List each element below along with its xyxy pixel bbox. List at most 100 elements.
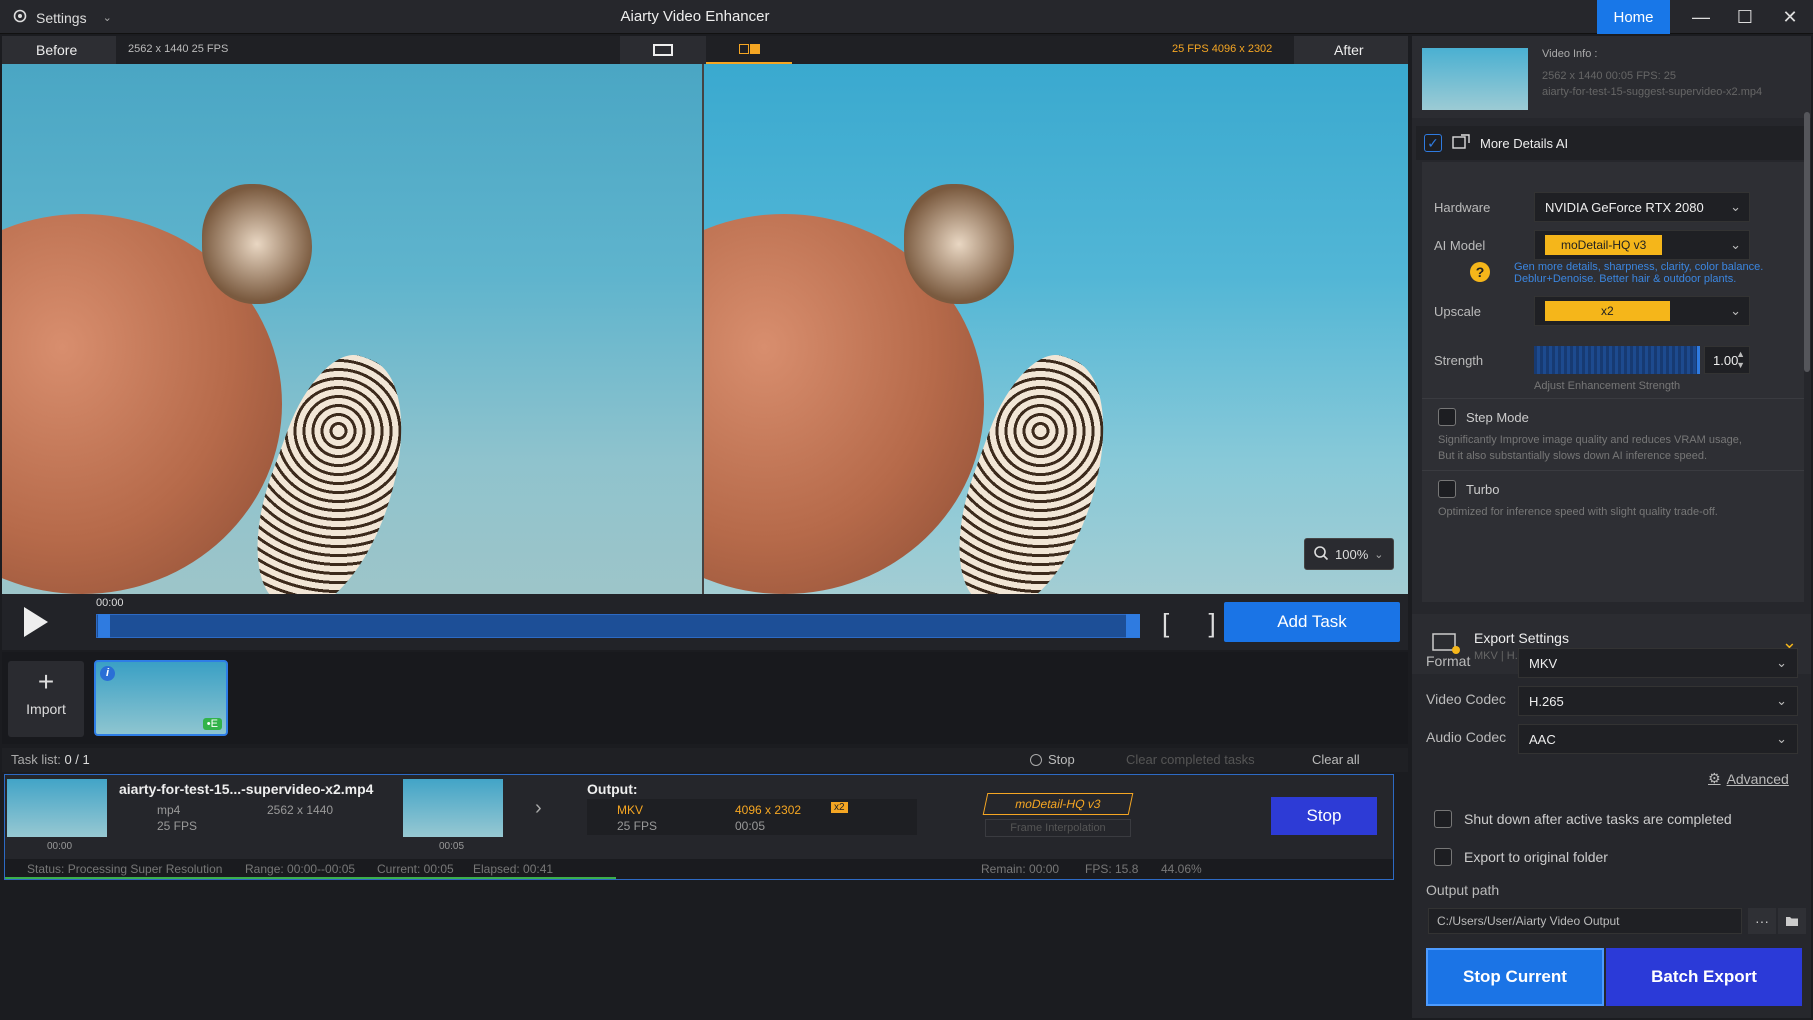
minimize-button[interactable]: — — [1678, 0, 1724, 34]
advanced-link[interactable]: ⚙ Advanced — [1708, 770, 1789, 787]
info-icon[interactable]: i — [100, 666, 115, 681]
clear-all-button[interactable]: Clear all — [1312, 752, 1360, 767]
model-tag: moDetail-HQ v3 — [982, 793, 1134, 815]
shutdown-option[interactable]: Shut down after active tasks are complet… — [1434, 810, 1732, 828]
preview-header: Before 2562 x 1440 25 FPS 25 FPS 4096 x … — [2, 36, 1408, 64]
turbo-checkbox[interactable] — [1438, 480, 1456, 498]
play-icon[interactable] — [24, 607, 48, 637]
range-start-handle[interactable] — [98, 614, 110, 638]
clear-completed-button[interactable]: Clear completed tasks — [1126, 752, 1255, 767]
divider — [1422, 470, 1804, 471]
output-path-label: Output path — [1426, 882, 1500, 898]
strength-hint: Adjust Enhancement Strength — [1534, 380, 1681, 392]
ai-model-label: AI Model — [1434, 238, 1486, 253]
folder-icon[interactable] — [1778, 908, 1806, 934]
video-codec-label: Video Codec — [1426, 691, 1506, 707]
import-label: Import — [26, 701, 66, 717]
strength-label: Strength — [1434, 353, 1484, 368]
strength-slider[interactable] — [1534, 346, 1700, 374]
status-elapsed: Elapsed: 00:41 — [473, 862, 554, 876]
stop-all-label: Stop — [1048, 752, 1075, 767]
task-stop-button[interactable]: Stop — [1271, 797, 1377, 835]
stop-current-button[interactable]: Stop Current — [1426, 948, 1604, 1006]
task-count: 0 / 1 — [64, 752, 90, 767]
turbo-option[interactable]: Turbo — [1438, 480, 1499, 498]
step-mode-desc-2: But it also substantially slows down AI … — [1438, 450, 1708, 462]
more-options-button[interactable]: ··· — [1748, 908, 1776, 934]
help-icon[interactable]: ? — [1470, 262, 1490, 282]
status-percent: 44.06% — [1161, 862, 1202, 876]
audio-codec-value: AAC — [1529, 731, 1556, 747]
task-row[interactable]: 00:00 aiarty-for-test-15...-supervideo-x… — [4, 774, 1394, 880]
chevron-down-icon: ⌄ — [1374, 548, 1384, 561]
output-scale-badge: x2 — [831, 802, 848, 813]
more-details-ai-checkbox[interactable]: ✓ — [1424, 134, 1442, 152]
media-strip: + Import i •E — [2, 652, 1408, 744]
after-meta: 25 FPS 4096 x 2302 — [1172, 43, 1273, 55]
status-range: Range: 00:00--00:05 — [245, 862, 356, 876]
chevron-down-icon: ⌄ — [1730, 237, 1741, 252]
home-button[interactable]: Home — [1597, 0, 1670, 34]
maximize-button[interactable]: ☐ — [1722, 0, 1768, 34]
task-fps: 25 FPS — [157, 819, 198, 833]
ai-settings: Hardware NVIDIA GeForce RTX 2080 ⌄ AI Mo… — [1422, 162, 1804, 602]
format-select[interactable]: MKV ⌄ — [1518, 648, 1798, 678]
import-button[interactable]: + Import — [8, 661, 84, 737]
advanced-label: Advanced — [1726, 770, 1789, 787]
original-folder-option[interactable]: Export to original folder — [1434, 848, 1608, 866]
ai-model-hint-2: Deblur+Denoise. Better hair & outdoor pl… — [1514, 273, 1737, 285]
shutdown-checkbox[interactable] — [1434, 810, 1452, 828]
step-mode-checkbox[interactable] — [1438, 408, 1456, 426]
step-mode-label: Step Mode — [1466, 409, 1529, 425]
status-remain: Remain: 00:00 — [981, 862, 1060, 876]
strength-input[interactable]: 1.00 ▲ ▼ — [1704, 346, 1750, 374]
turbo-label: Turbo — [1466, 481, 1500, 497]
magnifier-icon — [1313, 545, 1329, 564]
close-button[interactable]: ✕ — [1767, 0, 1813, 34]
upscale-select[interactable]: x2 ⌄ — [1534, 296, 1750, 326]
media-thumbnail[interactable]: i •E — [94, 660, 228, 736]
video-codec-value: H.265 — [1529, 693, 1564, 709]
audio-codec-label: Audio Codec — [1426, 729, 1507, 745]
video-info-thumbnail — [1422, 48, 1528, 110]
range-end-handle[interactable] — [1126, 614, 1140, 638]
upscale-label: Upscale — [1434, 304, 1481, 319]
timeline-track[interactable] — [96, 614, 1140, 638]
video-info: Video Info : 2562 x 1440 00:05 FPS: 25 a… — [1412, 36, 1811, 118]
status-fps: FPS: 15.8 — [1085, 862, 1139, 876]
preview-after[interactable] — [704, 64, 1408, 594]
add-task-button[interactable]: Add Task — [1224, 602, 1400, 642]
original-folder-checkbox[interactable] — [1434, 848, 1452, 866]
stop-circle-icon — [1030, 753, 1042, 766]
ai-model-value: moDetail-HQ v3 — [1545, 235, 1663, 255]
batch-export-button[interactable]: Batch Export — [1606, 948, 1802, 1006]
thumb-start-time: 00:00 — [47, 841, 73, 852]
range-brackets-icon[interactable]: [ ] — [1162, 608, 1232, 639]
single-view-toggle[interactable] — [620, 36, 706, 64]
ai-settings-scrollbar[interactable] — [1804, 112, 1810, 372]
before-label: Before — [2, 36, 116, 64]
chevron-right-icon: › — [535, 797, 542, 819]
split-view-toggle[interactable] — [706, 36, 792, 64]
hardware-select[interactable]: NVIDIA GeForce RTX 2080 ⌄ — [1534, 192, 1750, 222]
stop-all-button[interactable]: Stop — [1030, 752, 1075, 767]
step-mode-option[interactable]: Step Mode — [1438, 408, 1529, 426]
preview-before[interactable] — [2, 64, 702, 594]
zoom-control[interactable]: 100% ⌄ — [1304, 538, 1394, 570]
ai-section-header[interactable]: ✓ More Details AI — [1416, 126, 1807, 160]
zoom-value: 100% — [1335, 546, 1369, 562]
thumb-end-time: 00:05 — [439, 841, 465, 852]
current-time: 00:00 — [96, 597, 124, 609]
right-panel: Video Info : 2562 x 1440 00:05 FPS: 25 a… — [1412, 36, 1811, 1018]
ai-model-select[interactable]: moDetail-HQ v3 ⌄ — [1534, 230, 1750, 260]
video-codec-select[interactable]: H.265 ⌄ — [1518, 686, 1798, 716]
spinner-icon[interactable]: ▲ ▼ — [1736, 349, 1745, 371]
step-mode-desc-1: Significantly Improve image quality and … — [1438, 434, 1742, 446]
chevron-down-icon: ⌄ — [1776, 655, 1787, 670]
task-format: mp4 — [157, 803, 181, 817]
output-path-input[interactable]: C:/Users/User/Aiarty Video Output — [1428, 908, 1742, 934]
task-list-count: Task list: 0 / 1 — [11, 752, 90, 767]
audio-codec-select[interactable]: AAC ⌄ — [1518, 724, 1798, 754]
ai-section-title: More Details AI — [1480, 135, 1569, 151]
turtle-head — [202, 184, 312, 304]
